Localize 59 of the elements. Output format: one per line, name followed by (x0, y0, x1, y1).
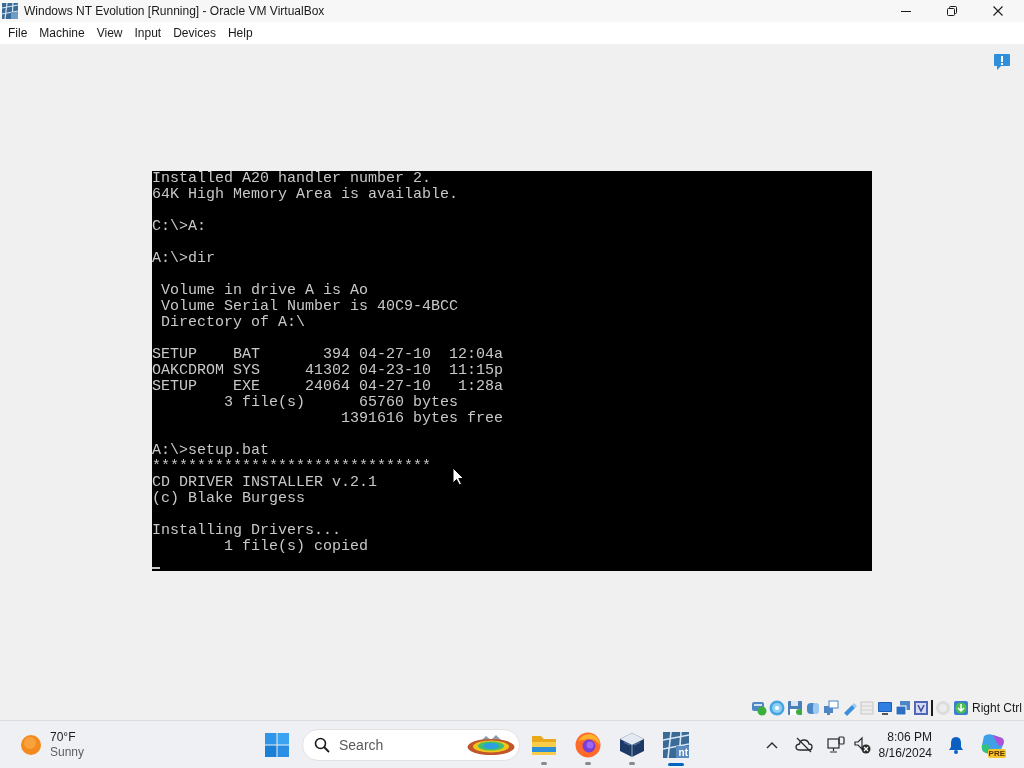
window-title: Windows NT Evolution [Running] - Oracle VM VirtualBox (24, 3, 325, 20)
console-line: ******************************* (152, 459, 432, 475)
preview-badge: PRE (987, 748, 1006, 758)
chevron-up-icon[interactable] (766, 740, 778, 749)
console-line: OAKCDROM SYS 41302 04-23-10 11:15p (152, 363, 504, 379)
weather-condition: Sunny (50, 744, 85, 760)
down-arrow-icon[interactable] (953, 700, 969, 716)
cloud-off-icon[interactable] (795, 736, 813, 753)
menu-item[interactable]: View (90, 23, 129, 43)
monitor-icon[interactable] (877, 700, 893, 716)
console-line: Volume in drive A is Ao (160, 283, 369, 299)
menu-item[interactable]: Help (221, 23, 259, 43)
menu-item[interactable]: Input (128, 23, 168, 43)
console-line: SETUP EXE 24064 04-27-10 1:28a (152, 379, 504, 395)
console-line: A:\>dir (152, 251, 215, 267)
logo-text: nt (678, 746, 688, 758)
stacked-windows-icon[interactable] (895, 700, 911, 716)
console-line: Directory of A:\ (160, 315, 306, 331)
console-line: 1 file(s) copied (223, 539, 369, 555)
console-line: 64K High Memory Area is available. (152, 187, 459, 203)
chevron-box-icon[interactable] (913, 700, 929, 716)
hard-disk-icon[interactable] (751, 700, 767, 716)
console-line: Installing Drivers... (152, 523, 342, 539)
console-line: Volume Serial Number is 40C9-4BCC (160, 299, 459, 315)
search-field[interactable]: Search (339, 732, 457, 757)
clock-date: 8/16/2024 (878, 744, 932, 761)
cube-icon[interactable] (619, 731, 645, 758)
clock-time: 8:06 PM (887, 728, 932, 745)
menu-item[interactable]: Devices (167, 23, 222, 43)
console-line: 1391616 bytes free (340, 411, 504, 427)
console-line: (c) Blake Burgess (152, 491, 306, 507)
mouse-pointer-icon (452, 467, 464, 486)
alert-bubble-icon[interactable] (993, 53, 1011, 71)
floppy-icon[interactable] (787, 700, 803, 716)
console-line: C:\>A: (152, 219, 206, 235)
pill-icon[interactable] (805, 700, 821, 716)
network-monitor-icon[interactable] (827, 735, 845, 754)
menu-item[interactable]: File (2, 23, 34, 43)
console-line: SETUP BAT 394 04-27-10 12:04a (152, 347, 504, 363)
search-icon (314, 736, 330, 753)
speaker-muted-icon[interactable] (853, 735, 871, 754)
text-cursor (152, 567, 160, 569)
menu-item[interactable]: Machine (33, 23, 91, 43)
grid-logo-icon (2, 3, 18, 19)
grid-logo-icon[interactable] (663, 731, 689, 758)
network-icon[interactable] (823, 700, 839, 716)
search-bar[interactable]: Search (302, 728, 520, 761)
host-key-label: Right Ctrl (972, 700, 1022, 717)
console-line: 3 file(s) 65760 bytes (223, 395, 459, 411)
console-line: CD DRIVER INSTALLER v.2.1 (152, 475, 378, 491)
temperature-label: 70°F (50, 729, 77, 745)
console-line: A:\>setup.bat (152, 443, 270, 459)
start-icon[interactable] (265, 732, 289, 757)
console-line: Installed A20 handler number 2. (152, 171, 432, 187)
bell-icon[interactable] (948, 735, 964, 754)
orb-icon[interactable] (575, 731, 601, 758)
close-icon[interactable] (993, 6, 1003, 16)
hot-spring-icon (467, 733, 515, 756)
restore-icon[interactable] (947, 6, 957, 16)
